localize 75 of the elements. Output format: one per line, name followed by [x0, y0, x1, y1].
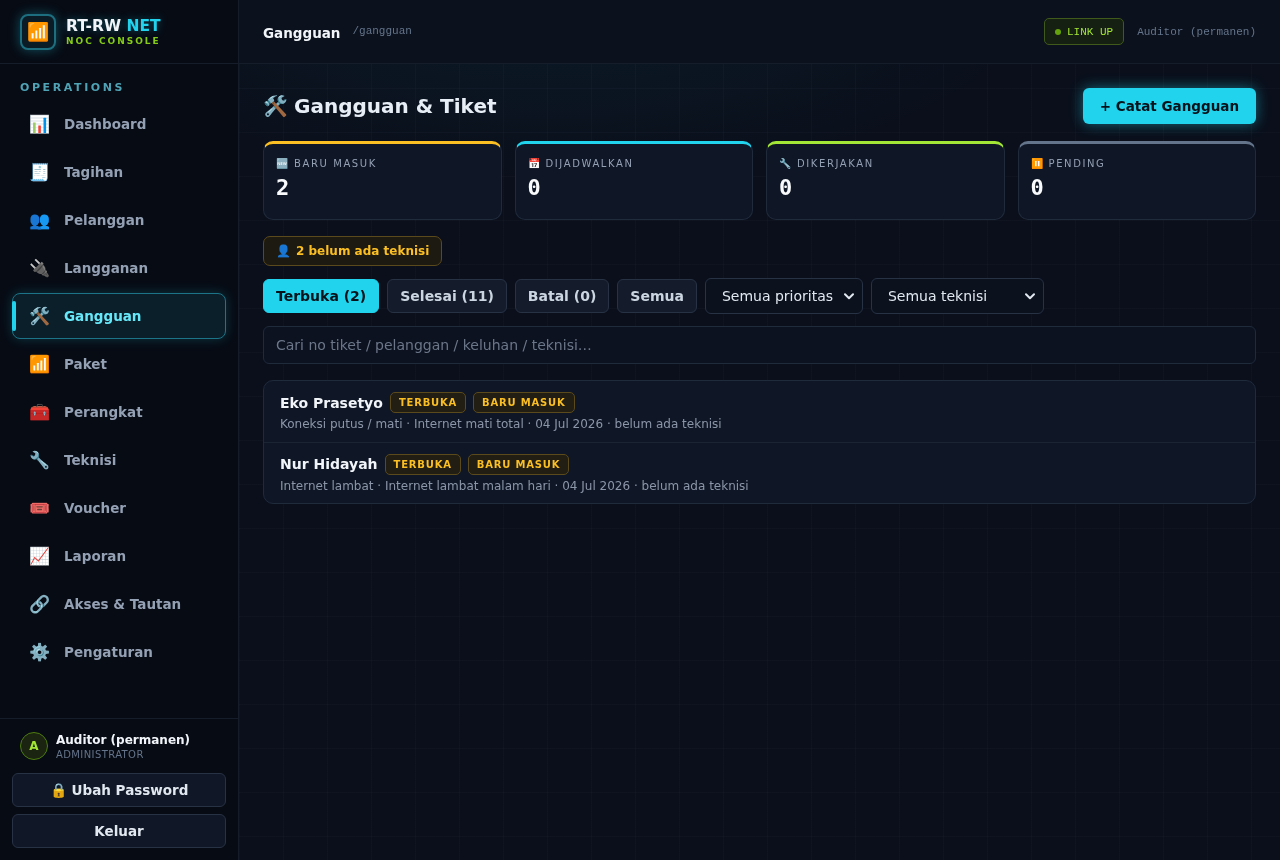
tools-icon: 🛠 [263, 96, 288, 116]
nav-item[interactable]: 🧾 Tagihan [12, 149, 226, 195]
new-sign-icon: 🆕 [276, 158, 288, 169]
people-icon: 👥 [29, 211, 50, 229]
line-chart-icon: 📈 [29, 547, 50, 565]
route-path: /gangguan [352, 24, 412, 37]
chevron-down-icon [1024, 292, 1035, 300]
ticket-details: Internet lambat · Internet lambat malam hari · 04 Jul 2026 · belum ada teknisi [280, 478, 749, 493]
brand-subtitle: NOC CONSOLE [66, 35, 161, 47]
status-badge: LINK UP [1043, 18, 1125, 45]
stat-value: 0 [527, 176, 541, 200]
customer-name: Eko Prasetyo [280, 394, 383, 411]
ticket-icon: 🎟 [29, 499, 50, 517]
wrench-icon: 🔧 [29, 451, 50, 469]
page-heading: Gangguan [263, 24, 341, 41]
add-incident-button[interactable]: + Catat Gangguan [1082, 88, 1256, 124]
brand-name: RT-RW NET [66, 16, 161, 35]
ticket-row[interactable]: Eko Prasetyo TERBUKA BARU MASUK Koneksi putus / mati · Internet mati total · 04 Jul 2026 · belum ada teknisi [264, 381, 1255, 442]
filter-tab[interactable]: Selesai (11) [387, 279, 507, 313]
stat-label: BARU MASUK [294, 158, 377, 169]
plug-icon: 🔌 [29, 259, 50, 277]
calendar-icon: 📅 [527, 158, 540, 169]
nav-item[interactable]: 🔧 Teknisi [12, 437, 226, 483]
signal-bars-icon: 📶 [20, 13, 56, 50]
pause-icon: ⏸ [1030, 158, 1043, 169]
stat-label: DIKERJAKAN [797, 158, 874, 169]
stat-value: 2 [276, 176, 290, 200]
avatar-icon: A [20, 732, 48, 760]
section-label: OPERATIONS [20, 81, 126, 94]
nav-item[interactable]: 📶 Paket [12, 341, 226, 387]
nav-item[interactable]: 📈 Laporan [12, 533, 226, 579]
tools-icon: 🛠 [29, 307, 50, 325]
top-user-name: Auditor (permanen) [1137, 25, 1256, 38]
user-name: Auditor (permanen) [56, 732, 191, 747]
filter-dropdown[interactable]: Semua prioritas [704, 278, 863, 314]
nav-item[interactable]: 📊 Dashboard [12, 101, 226, 147]
chevron-down-icon [843, 292, 854, 300]
nav-item[interactable]: 🔗 Akses & Tautan [12, 581, 226, 627]
stat-label: PENDING [1048, 158, 1106, 169]
ticket-details: Koneksi putus / mati · Internet mati total · 04 Jul 2026 · belum ada teknisi [280, 417, 722, 431]
status-tag: BARU MASUK [473, 392, 575, 413]
signal-bars-icon: 📶 [29, 355, 50, 373]
page-title: Gangguan & Tiket [294, 94, 497, 118]
logout-button[interactable]: Keluar [12, 814, 226, 848]
nav-item[interactable]: ⚙ Pengaturan [12, 629, 226, 675]
filter-tab[interactable]: Batal (0) [514, 279, 610, 313]
bar-chart-icon: 📊 [29, 115, 50, 133]
status-dot-icon [1054, 28, 1061, 35]
wrench-icon: 🔧 [779, 158, 791, 169]
status-tag: TERBUKA [389, 392, 467, 413]
padlock-icon: 🔒 [49, 783, 67, 797]
nav-item[interactable]: 🎟 Voucher [12, 485, 226, 531]
nav-item[interactable]: 🔌 Langganan [12, 245, 226, 291]
receipt-icon: 🧾 [29, 163, 50, 181]
nav-item[interactable]: 🛠 Gangguan [12, 293, 226, 339]
user-role: ADMINISTRATOR [56, 748, 144, 760]
filter-tab[interactable]: Terbuka (2) [263, 279, 380, 313]
search-field[interactable]: Cari no tiket / pelanggan / keluhan / teknisi… [263, 326, 1256, 364]
status-tag: BARU MASUK [467, 453, 570, 475]
ticket-row[interactable]: Nur Hidayah TERBUKA BARU MASUK Internet lambat · Internet lambat malam hari · 04 Jul 2026 · belum ada teknisi [264, 442, 1255, 503]
filter-tab[interactable]: Semua [617, 279, 697, 313]
nav-item[interactable]: 👥 Pelanggan [12, 197, 226, 243]
customer-name: Nur Hidayah [280, 456, 378, 472]
toolbox-icon: 🧰 [29, 403, 50, 421]
alert-text: 2 belum ada teknisi [296, 244, 430, 258]
filter-dropdown[interactable]: Semua teknisi [870, 278, 1044, 314]
nav-item[interactable]: 🧰 Perangkat [12, 389, 226, 435]
change-password-button[interactable]: 🔒 Ubah Password [12, 773, 226, 807]
link-icon: 🔗 [29, 595, 50, 613]
status-tag: TERBUKA [384, 453, 461, 475]
stat-value: 0 [1030, 176, 1044, 200]
person-icon: 👤 [276, 245, 291, 257]
stat-value: 0 [779, 176, 793, 200]
gear-icon: ⚙ [29, 643, 50, 661]
stat-label: DIJADWALKAN [545, 158, 634, 169]
